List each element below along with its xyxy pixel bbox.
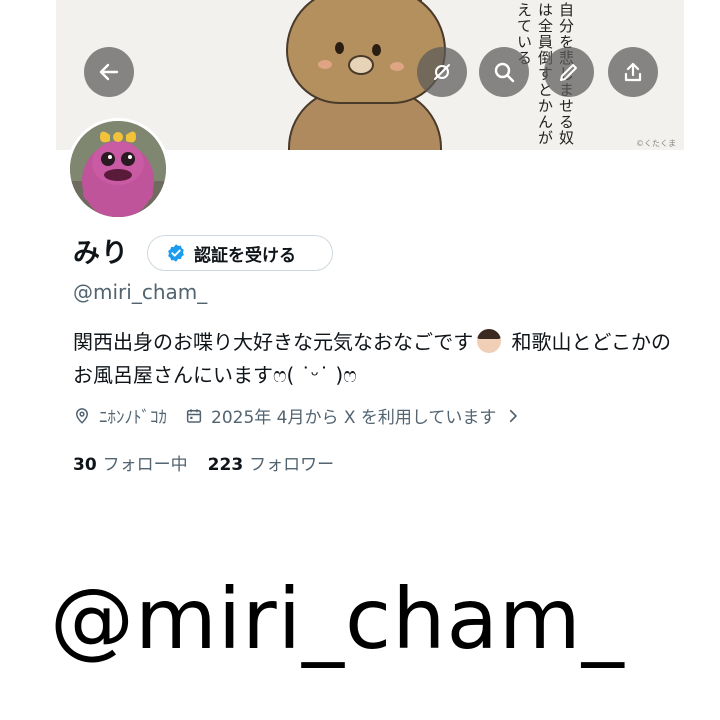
bear-eye bbox=[335, 42, 344, 54]
joined-date[interactable]: 2025年 4月から X を利用しています bbox=[211, 403, 496, 428]
back-button[interactable] bbox=[84, 47, 134, 97]
search-icon bbox=[494, 62, 515, 83]
share-button[interactable] bbox=[608, 47, 658, 97]
bio-text-1: 関西出身のお喋り大好きな元気なおなごです bbox=[73, 330, 474, 354]
following-link[interactable]: 30 フォロー中 bbox=[73, 450, 188, 475]
follow-stats: 30 フォロー中 223 フォロワー bbox=[73, 450, 334, 475]
location-text: ﾆﾎﾝﾉﾄﾞｺｶ bbox=[99, 408, 167, 428]
bear-cheek bbox=[318, 60, 332, 69]
avatar[interactable] bbox=[67, 118, 169, 220]
get-verified-button[interactable]: 認証を受ける bbox=[147, 235, 333, 271]
verified-badge-icon bbox=[168, 244, 184, 262]
eye-slash-icon bbox=[434, 64, 450, 80]
bear-snout bbox=[348, 55, 374, 75]
get-verified-label: 認証を受ける bbox=[194, 245, 296, 266]
avatar-image bbox=[70, 121, 166, 217]
followers-link[interactable]: 223 フォロワー bbox=[208, 450, 335, 475]
pencil-icon bbox=[560, 64, 577, 81]
woman-emoji-icon bbox=[477, 329, 502, 353]
username-handle: @miri_cham_ bbox=[73, 280, 208, 304]
location-pin-icon bbox=[75, 407, 89, 424]
search-button[interactable] bbox=[479, 47, 529, 97]
bear-cheek bbox=[390, 62, 404, 71]
calendar-icon bbox=[186, 408, 202, 423]
profile-meta: ﾆﾎﾝﾉﾄﾞｺｶ 2025年 4月から X を利用しています bbox=[73, 403, 522, 428]
edit-button[interactable] bbox=[544, 47, 594, 97]
bear-head bbox=[286, 0, 446, 104]
hide-button[interactable] bbox=[417, 47, 467, 97]
bear-eye bbox=[372, 44, 381, 56]
profile-bio: 関西出身のお喋り大好きな元気なおなごです 和歌山とどこかのお風呂屋さんにいますෆ… bbox=[73, 326, 673, 392]
arrow-left-icon bbox=[99, 63, 119, 81]
display-name: みり bbox=[73, 238, 129, 269]
banner-credit: ©くたくま bbox=[636, 139, 676, 148]
handle-caption-overlay: @miri_cham_ bbox=[50, 570, 625, 668]
chevron-right-icon[interactable] bbox=[504, 407, 522, 425]
share-icon bbox=[624, 62, 642, 82]
